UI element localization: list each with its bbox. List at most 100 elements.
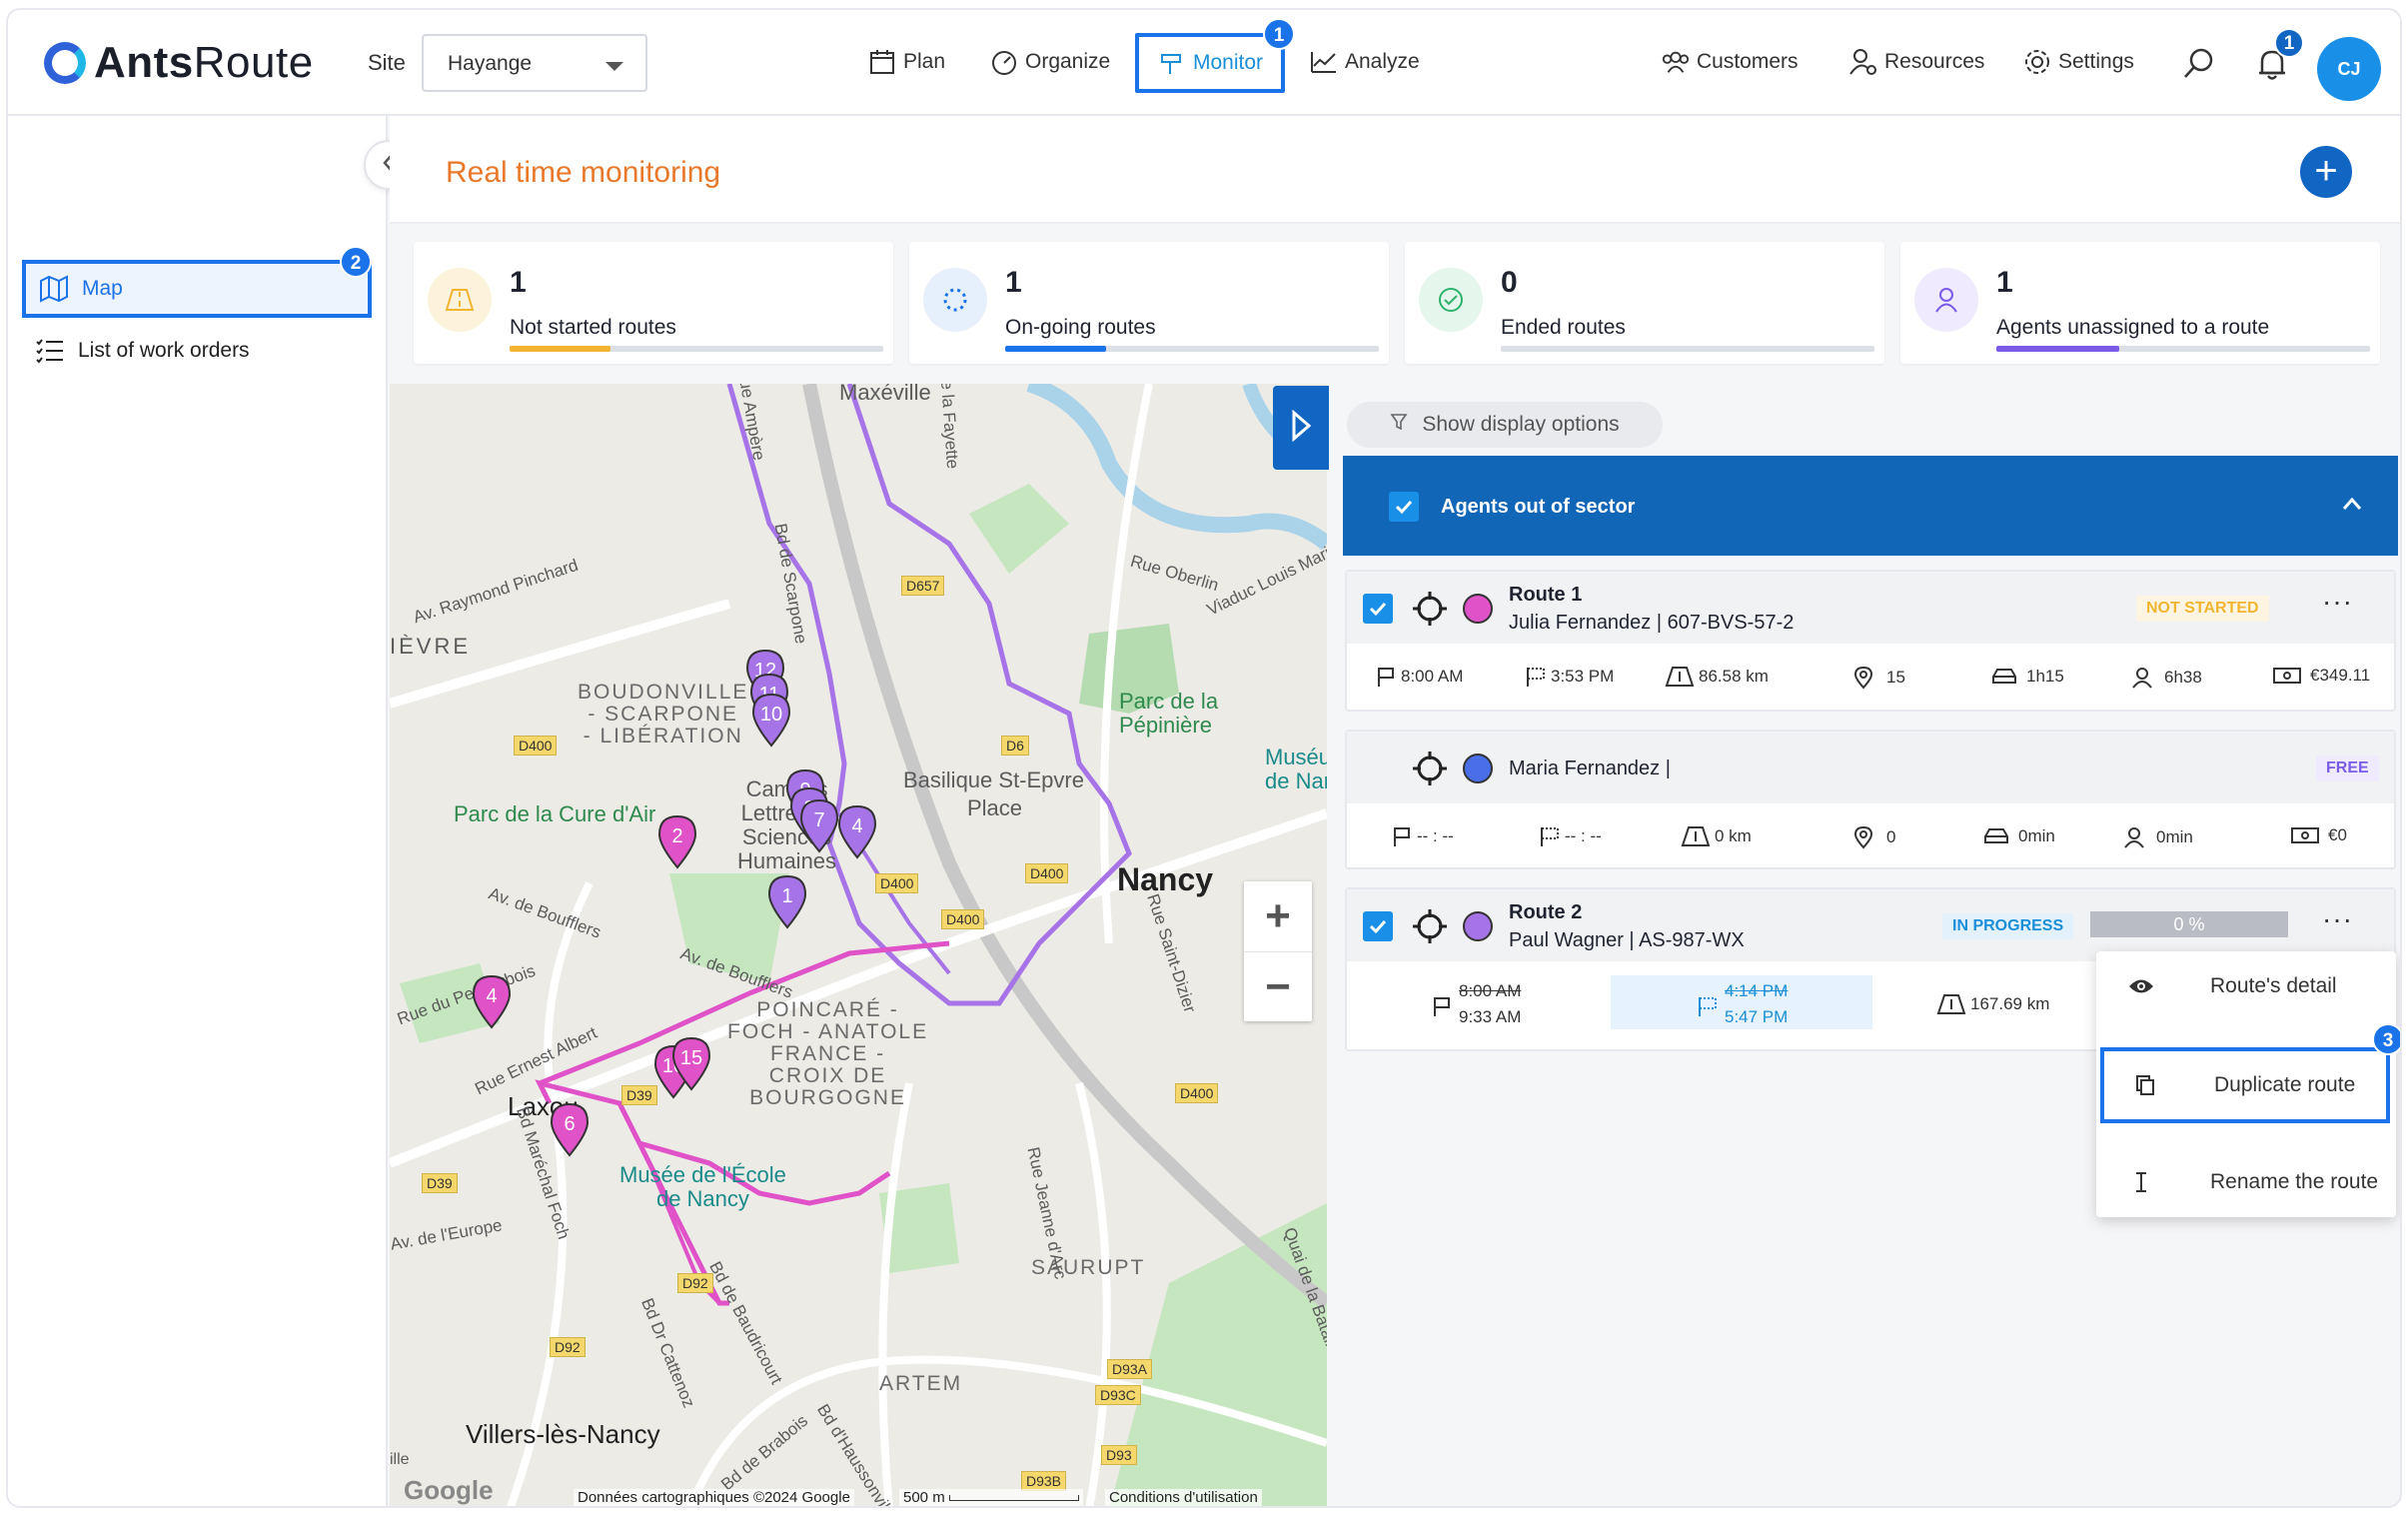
stat-work: 0min	[2122, 825, 2193, 849]
signpost-icon	[1157, 48, 1187, 78]
sidebar-item-map[interactable]: Map	[22, 260, 372, 318]
nav-organize[interactable]: Organize	[989, 42, 1110, 82]
add-button[interactable]: +	[2300, 146, 2352, 198]
logo-text-bold: Ants	[94, 38, 194, 87]
logo-mark-icon	[44, 42, 86, 84]
map-marker-label: 1	[781, 885, 792, 907]
money-icon	[2291, 827, 2319, 843]
map-marker[interactable]: 2	[655, 813, 699, 869]
menu-duplicate-route[interactable]: Duplicate route	[2100, 1047, 2390, 1123]
stat-start-value: 8:00 AM	[1401, 667, 1464, 686]
stat-distance-value: 0 km	[1715, 826, 1752, 845]
map-expand-button[interactable]	[1273, 386, 1329, 470]
map-marker[interactable]: 15	[669, 1035, 713, 1091]
copy-icon	[2130, 1074, 2160, 1096]
nav-settings[interactable]: Settings	[2022, 42, 2134, 82]
google-logo: Google	[404, 1475, 494, 1505]
checkered-flag-icon	[1541, 827, 1559, 846]
map-marker[interactable]: 4	[470, 973, 514, 1029]
kpi-ended: 0 Ended routes	[1405, 242, 1884, 364]
stat-end-value: 3:53 PM	[1551, 667, 1615, 686]
sidebar-item-work-orders[interactable]: List of work orders	[22, 322, 372, 380]
step-badge-1: 1	[1263, 18, 1295, 50]
map-label-pepiniere: Parc de la Pépinière	[1119, 689, 1219, 738]
flag-icon	[1434, 997, 1450, 1016]
map-marker-label: 10	[760, 704, 782, 726]
route-checkbox[interactable]	[1363, 594, 1393, 624]
kpi-label: Not started routes	[510, 316, 676, 339]
road-tag: D6	[1001, 736, 1029, 756]
flag-icon	[1394, 827, 1410, 846]
road-tag: D657	[901, 576, 945, 596]
crosshair-icon[interactable]	[1413, 592, 1447, 626]
top-bar: AntsRoute Site Hayange Plan Organize Mon…	[8, 10, 2400, 116]
map-icon	[38, 273, 70, 305]
person-icon	[2132, 668, 2152, 689]
agents-out-of-sector-header[interactable]: Agents out of sector	[1343, 456, 2398, 556]
zoom-in-button[interactable]: +	[1244, 881, 1312, 951]
sidebar-item-work-orders-label: List of work orders	[78, 339, 250, 362]
route-card-1[interactable]: Route 1 Julia Fernandez | 607-BVS-57-2 N…	[1345, 570, 2396, 712]
stat-start-planned: 8:00 AM	[1459, 981, 1522, 1000]
step-badge-3: 3	[2372, 1023, 2400, 1055]
nav-monitor-label: Monitor	[1192, 51, 1264, 74]
crosshair-icon[interactable]	[1413, 909, 1447, 943]
menu-route-detail[interactable]: Route's detail	[2096, 951, 2396, 1021]
stat-cost-value: €349.11	[2310, 666, 2371, 685]
road-distance-icon	[1665, 667, 1695, 687]
kpi-progress-bar	[1501, 346, 1874, 352]
nav-plan[interactable]: Plan	[867, 42, 945, 82]
stat-start-actual: 9:33 AM	[1459, 1007, 1522, 1026]
kpi-ongoing: 1 On-going routes	[909, 242, 1389, 364]
sidebar: Map 2 List of work orders	[8, 116, 388, 1506]
route-context-menu: Route's detail Duplicate route Rename th…	[2096, 951, 2396, 1217]
road-tag: D400	[941, 909, 985, 929]
map-terms-link[interactable]: Conditions d'utilisation	[1105, 1489, 1262, 1506]
stat-distance-value: 86.58 km	[1699, 667, 1769, 686]
chevron-up-icon[interactable]	[2342, 494, 2362, 517]
stat-distance-value: 167.69 km	[1970, 994, 2050, 1013]
chart-icon	[1309, 47, 1339, 77]
search-icon[interactable]	[2182, 46, 2216, 85]
stat-distance: 86.58 km	[1665, 666, 1769, 688]
route-title: Route 2	[1509, 901, 1583, 923]
kpi-value: 1	[1996, 266, 2013, 299]
antsroute-logo[interactable]: AntsRoute	[44, 38, 314, 88]
car-icon	[1992, 669, 2016, 684]
zoom-out-button[interactable]: −	[1244, 951, 1312, 1021]
more-options-button[interactable]: ···	[2322, 903, 2353, 935]
sector-checkbox[interactable]	[1389, 492, 1419, 522]
user-avatar[interactable]: CJ	[2317, 37, 2381, 101]
site-select[interactable]: Hayange	[422, 34, 647, 92]
crosshair-icon[interactable]	[1413, 752, 1447, 785]
map-label-museum: Muséum de Nancy	[1265, 745, 1327, 793]
gear-icon	[2022, 47, 2052, 77]
nav-customers[interactable]: Customers	[1661, 42, 1799, 82]
customers-icon	[1661, 47, 1691, 77]
checkered-flag-icon	[1527, 668, 1545, 687]
route-checkbox[interactable]	[1363, 911, 1393, 941]
eye-icon	[2126, 977, 2156, 995]
chevron-down-icon	[605, 62, 623, 71]
menu-rename-route[interactable]: Rename the route	[2096, 1147, 2396, 1217]
road-tag: D93B	[1021, 1471, 1067, 1491]
map-marker[interactable]: 4	[835, 803, 879, 859]
more-options-button[interactable]: ···	[2322, 586, 2353, 618]
show-display-options-button[interactable]: Show display options	[1347, 402, 1663, 448]
stat-end: -- : --	[1539, 825, 1602, 847]
nav-monitor[interactable]: Monitor	[1135, 33, 1285, 93]
nav-resources[interactable]: Resources	[1848, 42, 1984, 82]
map-marker[interactable]: 10	[749, 692, 793, 748]
road-tag: D92	[550, 1337, 586, 1357]
stat-work-value: 6h38	[2164, 668, 2202, 687]
user-icon	[1914, 268, 1978, 332]
map-marker[interactable]: 1	[765, 873, 809, 929]
map-canvas[interactable]: Maxéville IÈVRE BOUDONVILLE - SCARPONE -…	[390, 384, 1327, 1506]
kpi-unassigned: 1 Agents unassigned to a route	[1900, 242, 2380, 364]
map-marker[interactable]: 6	[548, 1101, 592, 1157]
kpi-progress-bar	[1996, 346, 2370, 352]
map-label-musee-ecole: Musée de l'École de Nancy	[619, 1162, 786, 1211]
nav-analyze[interactable]: Analyze	[1309, 42, 1420, 82]
route-card-unassigned[interactable]: Maria Fernandez | FREE -- : -- -- : -- 0…	[1345, 730, 2396, 869]
road-tag: D400	[1175, 1083, 1219, 1103]
